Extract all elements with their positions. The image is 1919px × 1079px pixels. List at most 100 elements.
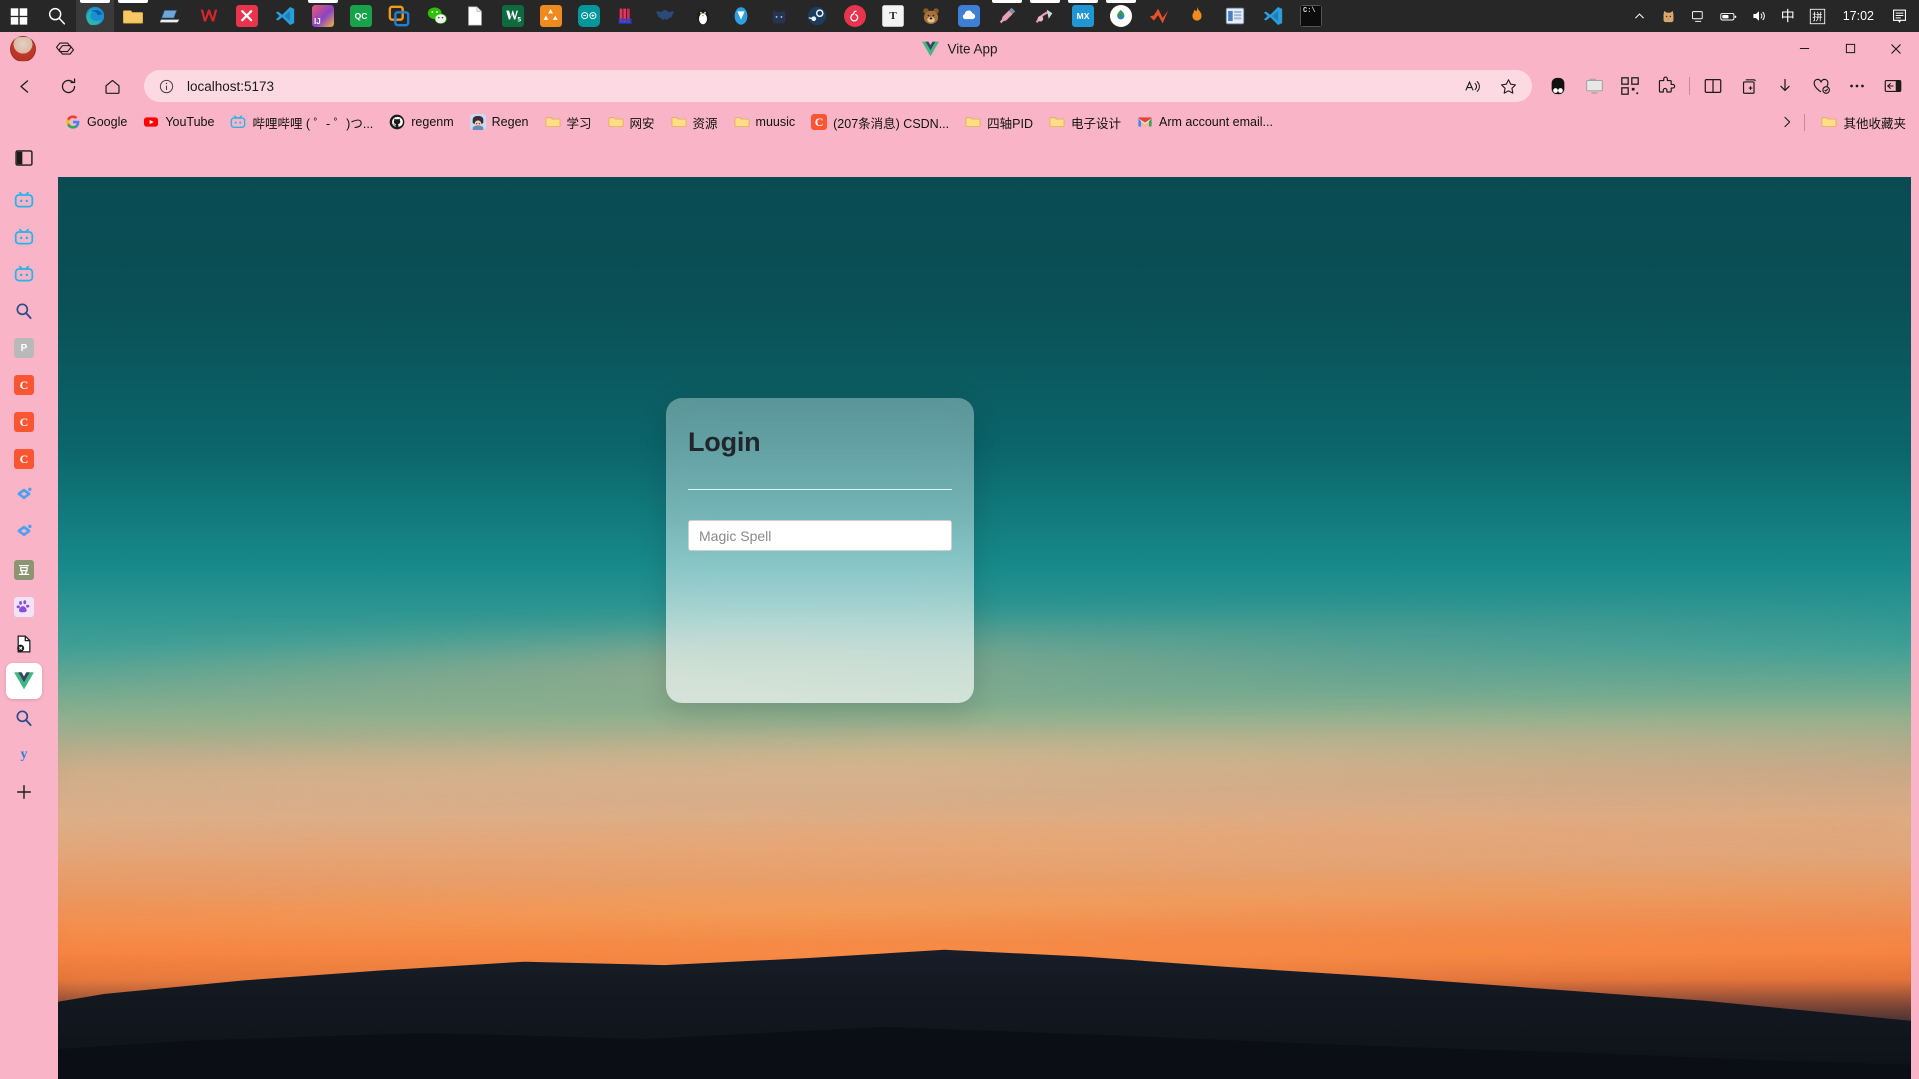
bookmarks-overflow-chevron-right-icon[interactable] <box>1779 114 1795 130</box>
taskbar-keil[interactable] <box>608 0 646 32</box>
taskbar-netease-music[interactable] <box>836 0 874 32</box>
split-screen-icon[interactable] <box>1695 70 1731 102</box>
vtab-search[interactable] <box>6 293 42 329</box>
vtab-csdn-3[interactable]: C <box>6 441 42 477</box>
add-tab-button[interactable] <box>6 774 42 810</box>
magic-spell-input[interactable] <box>688 520 952 552</box>
taskbar-vite[interactable] <box>722 0 760 32</box>
download-icon[interactable] <box>1767 70 1803 102</box>
vtab-bilibili-1[interactable] <box>6 182 42 218</box>
minimize-icon[interactable] <box>1781 32 1827 65</box>
collections-icon[interactable] <box>1731 70 1767 102</box>
taskbar-mindmanager[interactable] <box>532 0 570 32</box>
vtab-yuque[interactable]: y <box>6 737 42 773</box>
bookmark-item[interactable]: regenm <box>382 111 460 133</box>
taskbar-xshell[interactable] <box>646 0 684 32</box>
puzzle-icon[interactable] <box>1648 70 1684 102</box>
bookmark-item[interactable]: C (207条消息) CSDN... <box>804 110 956 135</box>
screen-capture-icon[interactable] <box>1576 70 1612 102</box>
bookmark-item[interactable]: Google <box>58 111 134 133</box>
taskbar-terminal[interactable]: C:\ <box>1292 0 1330 32</box>
star-icon[interactable] <box>1490 70 1526 102</box>
taskbar-wps-v5[interactable]: 5 <box>494 0 532 32</box>
user-avatar[interactable] <box>10 35 36 62</box>
taskbar-clock[interactable]: 17:02 <box>1833 0 1884 32</box>
taskbar-steam[interactable] <box>798 0 836 32</box>
bookmark-item[interactable]: YouTube <box>136 111 221 133</box>
ellipsis-icon[interactable] <box>1839 70 1875 102</box>
vtab-juejin-1[interactable] <box>6 478 42 514</box>
taskbar-vscode-2[interactable] <box>1254 0 1292 32</box>
taskbar-mx-player[interactable]: MX <box>1064 0 1102 32</box>
read-aloud-icon[interactable] <box>1454 70 1490 102</box>
taskbar-xdf[interactable] <box>1026 0 1064 32</box>
bookmark-item[interactable]: 四轴PID <box>958 110 1040 135</box>
bookmark-item[interactable]: 哔哩哔哩 ( ゜- ゜)つ... <box>223 110 380 135</box>
close-icon[interactable] <box>1873 32 1919 65</box>
speaker-icon[interactable] <box>1744 0 1774 32</box>
taskbar-clion[interactable]: IJ <box>304 0 342 32</box>
active-tab-title-area[interactable]: Vite App <box>921 41 998 56</box>
vtab-bilibili-3[interactable] <box>6 256 42 292</box>
refresh-icon[interactable] <box>50 70 86 102</box>
tray-expand-chevron-icon[interactable] <box>1626 0 1653 32</box>
address-bar[interactable]: localhost:5173 <box>144 70 1532 102</box>
taskbar-cat-app[interactable] <box>760 0 798 32</box>
taskbar-file-explorer[interactable] <box>114 0 152 32</box>
taskbar-bear[interactable] <box>912 0 950 32</box>
battery-icon[interactable] <box>1713 0 1744 32</box>
bookmark-item[interactable]: Arm account email... <box>1130 111 1280 133</box>
taskbar-cloud-drive[interactable] <box>950 0 988 32</box>
vtab-juejin-2[interactable] <box>6 515 42 551</box>
bookmark-item[interactable]: 电子设计 <box>1042 110 1128 135</box>
taskbar-drawing-app[interactable] <box>988 0 1026 32</box>
bookmark-item[interactable]: Regen <box>463 111 536 133</box>
taskbar-remote-desktop[interactable] <box>152 0 190 32</box>
ime-language-icon[interactable]: 中 <box>1774 0 1802 32</box>
vtab-search-2[interactable] <box>6 700 42 736</box>
copilot-icon[interactable] <box>50 36 80 62</box>
vtab-broken-page[interactable] <box>6 626 42 662</box>
home-icon[interactable] <box>94 70 130 102</box>
vertical-tabs-toggle-icon[interactable] <box>6 140 42 176</box>
taskbar-qq[interactable] <box>684 0 722 32</box>
heart-pulse-icon[interactable] <box>1803 70 1839 102</box>
bookmark-item[interactable]: 网安 <box>601 110 662 135</box>
vtab-baidu[interactable] <box>6 589 42 625</box>
monitor-icon[interactable] <box>1684 0 1713 32</box>
vtab-douban[interactable]: 豆 <box>6 552 42 588</box>
other-favorites-folder[interactable]: 其他收藏夹 <box>1814 110 1913 135</box>
taskbar-vscode-1[interactable] <box>266 0 304 32</box>
cat-tray-icon[interactable] <box>1653 0 1684 32</box>
taskbar-notepad[interactable] <box>456 0 494 32</box>
address-bar-text[interactable]: localhost:5173 <box>187 79 1454 94</box>
taskbar-search[interactable] <box>38 0 76 32</box>
notification-icon[interactable] <box>1884 0 1915 32</box>
taskbar-altium[interactable] <box>1102 0 1140 32</box>
taskbar-edge[interactable] <box>76 0 114 32</box>
maximize-icon[interactable] <box>1827 32 1873 65</box>
taskbar-typora[interactable]: T <box>874 0 912 32</box>
qr-code-icon[interactable] <box>1612 70 1648 102</box>
bookmark-item[interactable]: 资源 <box>664 110 725 135</box>
taskbar-window-app[interactable] <box>1216 0 1254 32</box>
taskbar-lens[interactable] <box>1178 0 1216 32</box>
taskbar-arduino[interactable] <box>570 0 608 32</box>
bw-circles-icon[interactable] <box>1540 70 1576 102</box>
bookmark-item[interactable]: 学习 <box>538 110 599 135</box>
taskbar-app-orange[interactable] <box>380 0 418 32</box>
vtab-csdn-2[interactable]: C <box>6 404 42 440</box>
vtab-bilibili-2[interactable] <box>6 219 42 255</box>
back-arrow-icon[interactable] <box>6 70 42 102</box>
start-button[interactable] <box>0 0 38 32</box>
taskbar-matlab[interactable] <box>1140 0 1178 32</box>
ime-pinyin-icon[interactable]: 拼 <box>1802 0 1833 32</box>
bookmark-item[interactable]: muusic <box>727 111 803 133</box>
taskbar-qc[interactable]: QC <box>342 0 380 32</box>
taskbar-xmind[interactable] <box>228 0 266 32</box>
vtab-vite-app[interactable] <box>6 663 42 699</box>
info-icon[interactable] <box>158 78 175 95</box>
vtab-csdn-1[interactable]: C <box>6 367 42 403</box>
taskbar-wechat[interactable] <box>418 0 456 32</box>
vtab-powerpoint[interactable]: P <box>6 330 42 366</box>
